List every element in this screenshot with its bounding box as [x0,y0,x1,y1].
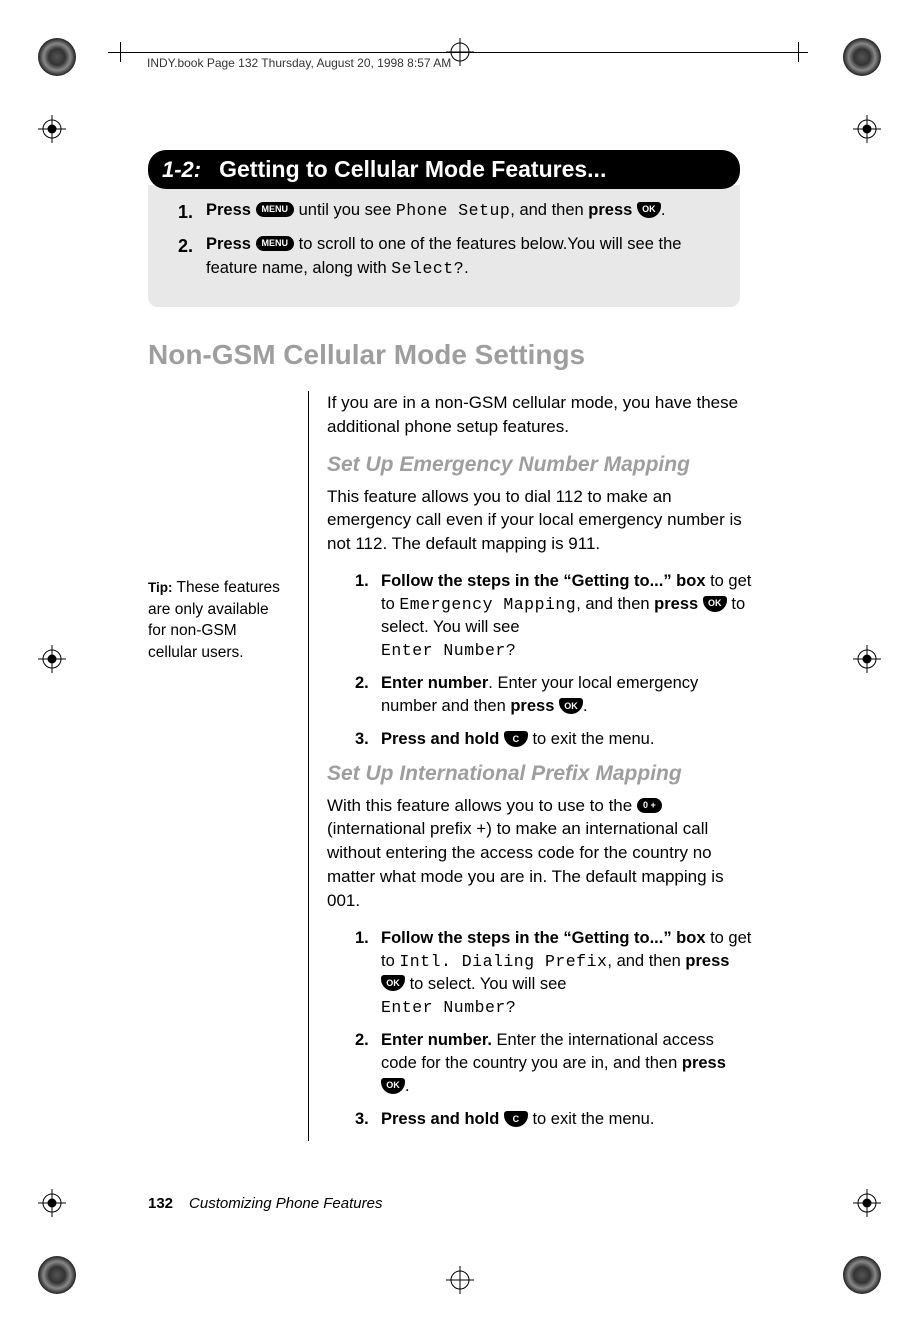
crop-line-top-arrow [120,42,121,62]
list-item: 2. Enter number. Enter your local emerge… [355,672,753,718]
heading-emergency: Set Up Emergency Number Mapping [327,453,753,477]
corner-medallion-tr [843,38,881,76]
ok-button-icon: OK [381,1078,405,1094]
crop-line-top-arrow-r [798,42,799,62]
heading-non-gsm: Non-GSM Cellular Mode Settings [148,339,753,371]
list-item: 3. Press and hold C to exit the menu. [355,1108,753,1131]
emergency-para: This feature allows you to dial 112 to m… [327,485,753,556]
banner-step-1: 1. Press MENU until you see Phone Setup,… [178,199,710,225]
zero-plus-key-icon: 0 + [637,798,662,813]
ok-button-icon: OK [637,202,661,218]
step-number: 2. [178,233,206,281]
c-button-icon: C [504,731,528,747]
intro-paragraph: If you are in a non-GSM cellular mode, y… [327,391,753,439]
chapter-title: Customizing Phone Features [189,1195,382,1212]
c-button-icon: C [504,1111,528,1127]
menu-button-icon: MENU [256,236,295,251]
intl-steps: 1. Follow the steps in the “Getting to..… [327,927,753,1132]
list-item: 2. Enter number. Enter the international… [355,1029,753,1098]
step-text: Press MENU until you see Phone Setup, an… [206,199,665,225]
getting-to-steps: 1. Press MENU until you see Phone Setup,… [148,185,740,307]
banner-step-2: 2. Press MENU to scroll to one of the fe… [178,233,710,281]
section-banner: 1-2: Getting to Cellular Mode Features..… [148,150,740,189]
header-runner: INDY.book Page 132 Thursday, August 20, … [147,56,451,70]
menu-button-icon: MENU [256,202,295,217]
page-number: 132 [148,1195,173,1212]
section-title: Getting to Cellular Mode Features... [219,156,606,183]
corner-medallion-bl [38,1256,76,1294]
tip-label: Tip: [148,580,173,595]
ok-button-icon: OK [559,698,583,714]
margin-tip: Tip: These features are only available f… [148,391,308,1141]
section-number: 1-2: [162,157,201,183]
corner-medallion-tl [38,38,76,76]
corner-medallion-br [843,1256,881,1294]
ok-button-icon: OK [703,596,727,612]
list-item: 3. Press and hold C to exit the menu. [355,728,753,751]
heading-intl: Set Up International Prefix Mapping [327,762,753,786]
emergency-steps: 1. Follow the steps in the “Getting to..… [327,570,753,752]
ok-button-icon: OK [381,975,405,991]
registration-mark-right-bot [853,1189,881,1217]
registration-mark-bottom [446,1266,474,1294]
step-number: 1. [178,199,206,225]
list-item: 1. Follow the steps in the “Getting to..… [355,927,753,1019]
registration-mark-right-top [853,115,881,143]
list-item: 1. Follow the steps in the “Getting to..… [355,570,753,662]
step-text: Press MENU to scroll to one of the featu… [206,233,710,281]
registration-mark-left-top [38,115,66,143]
registration-mark-right-mid [853,645,881,673]
page-footer: 132 Customizing Phone Features [148,1195,382,1212]
crop-line-top [108,52,808,53]
registration-mark-left-bot [38,1189,66,1217]
registration-mark-left-mid [38,645,66,673]
intl-para: With this feature allows you to use to t… [327,794,753,913]
